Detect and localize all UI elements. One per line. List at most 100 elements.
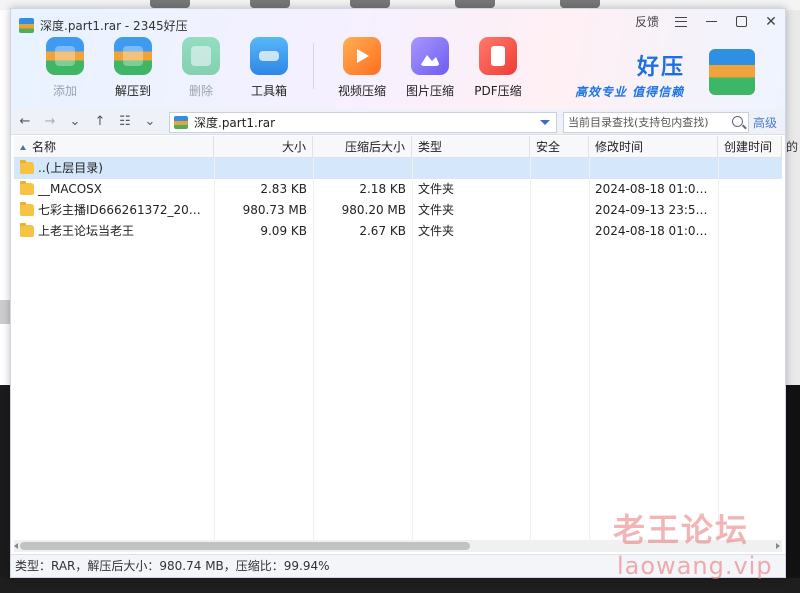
table-row[interactable]: 七彩主播ID666261372_20240... 980.73 MB 980.2…	[14, 200, 782, 221]
chevron-down-icon: ⌄	[144, 114, 156, 129]
folder-icon	[20, 223, 34, 237]
file-list: 名称 大小 压缩后大小 类型 安全 修改时间 创建时间 ..(上层目录) __M…	[14, 136, 782, 541]
add-button[interactable]: 添加	[31, 37, 99, 103]
row-modified-cell: 2024-08-18 01:05:...	[595, 224, 718, 238]
view-mode-button[interactable]: ☷	[114, 111, 136, 133]
back-arrow-icon: ←	[19, 114, 31, 129]
row-compressed-cell: 2.18 KB	[359, 182, 406, 196]
toolbox-icon	[250, 37, 288, 75]
delete-button-label: 删除	[188, 84, 213, 98]
delete-button[interactable]: 删除	[167, 37, 235, 103]
search-icon[interactable]	[732, 116, 743, 127]
background-text: 的	[786, 140, 799, 154]
row-modified-cell	[589, 158, 718, 179]
row-security-cell	[530, 158, 589, 179]
brand-title: 好压	[637, 55, 686, 80]
row-created-cell	[718, 179, 782, 200]
search-input[interactable]	[568, 116, 718, 129]
extract-icon	[114, 37, 152, 75]
column-header-type[interactable]: 类型	[412, 136, 530, 158]
column-header-modified[interactable]: 修改时间	[589, 136, 718, 158]
video-compress-button[interactable]: 视频压缩	[328, 37, 396, 103]
pdf-compress-icon	[479, 37, 517, 75]
video-compress-label: 视频压缩	[337, 84, 386, 98]
back-button[interactable]: ←	[14, 111, 36, 133]
chevron-down-icon: ⌄	[69, 114, 81, 129]
path-bar[interactable]: 深度.part1.rar	[169, 112, 557, 133]
desktop-thumbnail	[250, 0, 290, 8]
table-header: 名称 大小 压缩后大小 类型 安全 修改时间 创建时间	[14, 136, 782, 158]
minimize-button[interactable]	[703, 14, 719, 30]
row-name-cell: ..(上层目录)	[14, 158, 214, 179]
column-header-name[interactable]: 名称	[14, 136, 214, 158]
up-level-button[interactable]: ↑	[89, 111, 111, 133]
table-row[interactable]: 上老王论坛当老王 9.09 KB 2.67 KB 文件夹 2024-08-18 …	[14, 221, 782, 242]
image-compress-button[interactable]: 图片压缩	[396, 37, 464, 103]
desktop-thumbnail	[150, 0, 190, 8]
row-type-cell: 文件夹	[418, 182, 455, 196]
watermark-url: laowang.vip	[617, 552, 773, 580]
scroll-right-icon[interactable]	[776, 543, 780, 549]
row-name-cell: 七彩主播ID666261372_20240...	[14, 200, 214, 221]
folder-icon	[20, 181, 34, 195]
extract-button-label: 解压到	[114, 84, 151, 98]
window-controls: 反馈 ✕	[635, 13, 779, 30]
folder-icon	[20, 202, 34, 216]
row-size-cell: 9.09 KB	[260, 224, 307, 238]
desktop-thumbnail	[560, 0, 600, 8]
pdf-compress-button[interactable]: PDF压缩	[464, 37, 532, 103]
column-header-compressed-size[interactable]: 压缩后大小	[313, 136, 412, 158]
watermark-title: 老王论坛	[613, 511, 750, 549]
column-header-security[interactable]: 安全	[530, 136, 589, 158]
row-type-cell: 文件夹	[418, 203, 455, 217]
brand-banner: 好压 高效专业 值得信赖	[575, 45, 755, 103]
path-dropdown-icon[interactable]	[540, 120, 550, 125]
current-path: 深度.part1.rar	[194, 116, 276, 130]
row-type-cell	[412, 158, 530, 179]
archive-icon	[174, 116, 188, 129]
table-row[interactable]: ..(上层目录)	[14, 158, 782, 179]
row-modified-cell: 2024-09-13 23:51:...	[595, 203, 718, 217]
row-security-cell	[530, 221, 589, 242]
maximize-icon	[735, 16, 747, 27]
view-mode-dropdown[interactable]: ⌄	[139, 111, 161, 133]
scroll-left-icon[interactable]	[14, 543, 18, 549]
forward-button[interactable]: →	[39, 111, 61, 133]
title-bar: 深度.part1.rar - 2345好压	[19, 15, 188, 35]
history-dropdown-button[interactable]: ⌄	[64, 111, 86, 133]
image-compress-icon	[411, 37, 449, 75]
row-security-cell	[530, 200, 589, 221]
maximize-button[interactable]	[733, 14, 749, 30]
feedback-link[interactable]: 反馈	[635, 13, 659, 30]
toolbar: 添加 解压到 删除 工具箱 视频压缩 图片压缩 PDF压缩	[31, 37, 532, 103]
row-modified-cell: 2024-08-18 01:05:...	[595, 182, 718, 196]
desktop-thumbnail	[350, 0, 390, 8]
folder-icon	[20, 160, 34, 174]
row-compressed-cell: 2.67 KB	[359, 224, 406, 238]
minimize-icon	[705, 21, 717, 22]
recycle-delete-icon	[182, 37, 220, 75]
desktop-background-right	[786, 10, 800, 385]
pdf-compress-label: PDF压缩	[474, 84, 522, 98]
desktop-background-bottom-edge	[0, 578, 800, 593]
toolbox-button[interactable]: 工具箱	[235, 37, 303, 103]
hamburger-icon	[675, 16, 687, 27]
table-row[interactable]: __MACOSX 2.83 KB 2.18 KB 文件夹 2024-08-18 …	[14, 179, 782, 200]
image-compress-label: 图片压缩	[405, 84, 454, 98]
extract-button[interactable]: 解压到	[99, 37, 167, 103]
archive-window: 深度.part1.rar - 2345好压 反馈 ✕ 添加 解压到 删除 工具箱…	[10, 8, 786, 578]
desktop-background-left	[0, 300, 10, 324]
row-created-cell	[718, 158, 782, 179]
column-header-created[interactable]: 创建时间	[718, 136, 782, 158]
close-icon: ✕	[765, 13, 777, 30]
advanced-search-link[interactable]: 高级	[753, 114, 777, 131]
toolbar-divider	[313, 43, 314, 89]
scrollbar-thumb[interactable]	[20, 542, 470, 550]
row-size-cell: 980.73 MB	[242, 203, 307, 217]
list-view-icon: ☷	[119, 114, 131, 129]
menu-button[interactable]	[673, 14, 689, 30]
brand-slogan: 高效专业 值得信赖	[575, 85, 685, 99]
close-button[interactable]: ✕	[763, 14, 779, 30]
desktop-thumbnail	[455, 0, 495, 8]
column-header-size[interactable]: 大小	[214, 136, 313, 158]
